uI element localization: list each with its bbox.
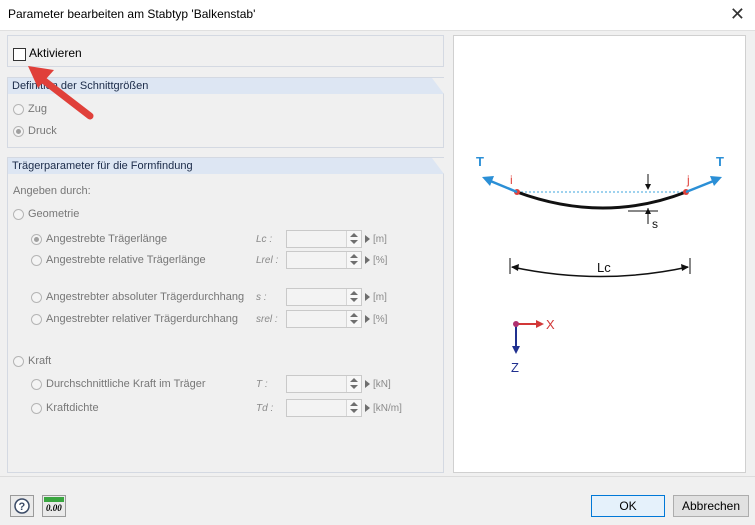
- spin-arrow-right-icon[interactable]: [362, 289, 373, 305]
- relative-sag-label: Angestrebter relativer Trägerdurchhang: [46, 313, 238, 325]
- force-density-unit: [kN/m]: [373, 403, 402, 414]
- radio-kraft[interactable]: [13, 356, 24, 367]
- girder-diagram: T T i j s Lc X Z: [476, 154, 724, 375]
- svg-text:?: ?: [19, 501, 26, 513]
- dialog-window: Parameter bearbeiten am Stabtyp 'Balkens…: [0, 0, 755, 525]
- radio-target-length[interactable]: [31, 234, 42, 245]
- average-force-symbol: T :: [256, 379, 268, 390]
- spin-down-icon[interactable]: [350, 240, 358, 244]
- right-force-label: T: [716, 154, 724, 169]
- spin-arrow-right-icon[interactable]: [362, 231, 373, 247]
- units-label: 0.00: [46, 503, 62, 513]
- absolute-sag-label: Angestrebter absoluter Trägerdurchhang: [46, 291, 245, 303]
- spin-up-icon[interactable]: [350, 254, 358, 258]
- radio-average-force[interactable]: [31, 379, 42, 390]
- absolute-sag-symbol: s :: [256, 292, 267, 303]
- girder-parameter-group: Trägerparameter für die Formfindung Ange…: [7, 157, 444, 473]
- girder-header: Trägerparameter für die Formfindung: [8, 158, 444, 174]
- spin-arrow-right-icon[interactable]: [362, 311, 373, 327]
- spin-up-icon[interactable]: [350, 291, 358, 295]
- radio-relative-length[interactable]: [31, 255, 42, 266]
- dialog-title: Parameter bearbeiten am Stabtyp 'Balkens…: [8, 7, 256, 21]
- specify-label: Angeben durch:: [13, 185, 91, 197]
- radio-geometrie-label: Geometrie: [28, 208, 80, 220]
- radio-absolute-sag[interactable]: [31, 292, 42, 303]
- relative-length-symbol: Lrel :: [256, 255, 279, 266]
- target-length-spinbox[interactable]: [286, 230, 370, 248]
- radio-druck-label: Druck: [28, 125, 57, 137]
- average-force-label: Durchschnittliche Kraft im Träger: [46, 378, 206, 390]
- radio-force-density[interactable]: [31, 403, 42, 414]
- activate-label[interactable]: Aktivieren: [29, 46, 82, 60]
- diagram-panel: T T i j s Lc X Z: [453, 35, 746, 473]
- spin-up-icon[interactable]: [350, 313, 358, 317]
- spin-arrow-right-icon[interactable]: [362, 376, 373, 392]
- ok-button[interactable]: OK: [591, 495, 665, 517]
- relative-length-unit: [%]: [373, 255, 388, 266]
- spin-down-icon[interactable]: [350, 261, 358, 265]
- relative-sag-unit: [%]: [373, 314, 388, 325]
- average-force-unit: [kN]: [373, 379, 391, 390]
- absolute-sag-unit: [m]: [373, 292, 387, 303]
- axis-z-label: Z: [511, 360, 519, 375]
- spin-down-icon[interactable]: [350, 320, 358, 324]
- relative-length-spinbox[interactable]: [286, 251, 370, 269]
- title-bar: Parameter bearbeiten am Stabtyp 'Balkens…: [0, 0, 755, 31]
- target-length-unit: [m]: [373, 234, 387, 245]
- radio-kraft-label: Kraft: [28, 355, 52, 367]
- close-icon[interactable]: ✕: [730, 4, 745, 25]
- force-density-spinbox[interactable]: [286, 399, 370, 417]
- activate-checkbox[interactable]: [13, 48, 26, 61]
- node-j-label: j: [686, 173, 690, 187]
- spin-down-icon[interactable]: [350, 385, 358, 389]
- spin-up-icon[interactable]: [350, 378, 358, 382]
- node-i-label: i: [510, 173, 513, 187]
- spin-up-icon[interactable]: [350, 402, 358, 406]
- relative-sag-symbol: srel :: [256, 314, 278, 325]
- force-density-label: Kraftdichte: [46, 402, 99, 414]
- radio-zug[interactable]: [13, 104, 24, 115]
- axis-x-label: X: [546, 317, 555, 332]
- radio-relative-sag[interactable]: [31, 314, 42, 325]
- units-icon[interactable]: 0.00: [42, 495, 66, 517]
- cancel-button[interactable]: Abbrechen: [673, 495, 749, 517]
- radio-geometrie[interactable]: [13, 209, 24, 220]
- red-pointer-arrow-icon: [28, 66, 94, 120]
- left-force-label: T: [476, 154, 484, 169]
- force-density-symbol: Td :: [256, 403, 274, 414]
- relative-length-label: Angestrebte relative Trägerlänge: [46, 254, 206, 266]
- radio-druck[interactable]: [13, 126, 24, 137]
- spin-down-icon[interactable]: [350, 409, 358, 413]
- absolute-sag-spinbox[interactable]: [286, 288, 370, 306]
- length-label: Lc: [597, 260, 611, 275]
- relative-sag-spinbox[interactable]: [286, 310, 370, 328]
- target-length-symbol: Lc :: [256, 234, 273, 245]
- spin-arrow-right-icon[interactable]: [362, 400, 373, 416]
- help-icon[interactable]: ?: [10, 495, 34, 517]
- average-force-spinbox[interactable]: [286, 375, 370, 393]
- target-length-label: Angestrebte Trägerlänge: [46, 233, 168, 245]
- bottom-bar: ? 0.00 OK Abbrechen: [0, 476, 755, 525]
- sag-label: s: [652, 217, 658, 231]
- spin-up-icon[interactable]: [350, 233, 358, 237]
- spin-down-icon[interactable]: [350, 298, 358, 302]
- spin-arrow-right-icon[interactable]: [362, 252, 373, 268]
